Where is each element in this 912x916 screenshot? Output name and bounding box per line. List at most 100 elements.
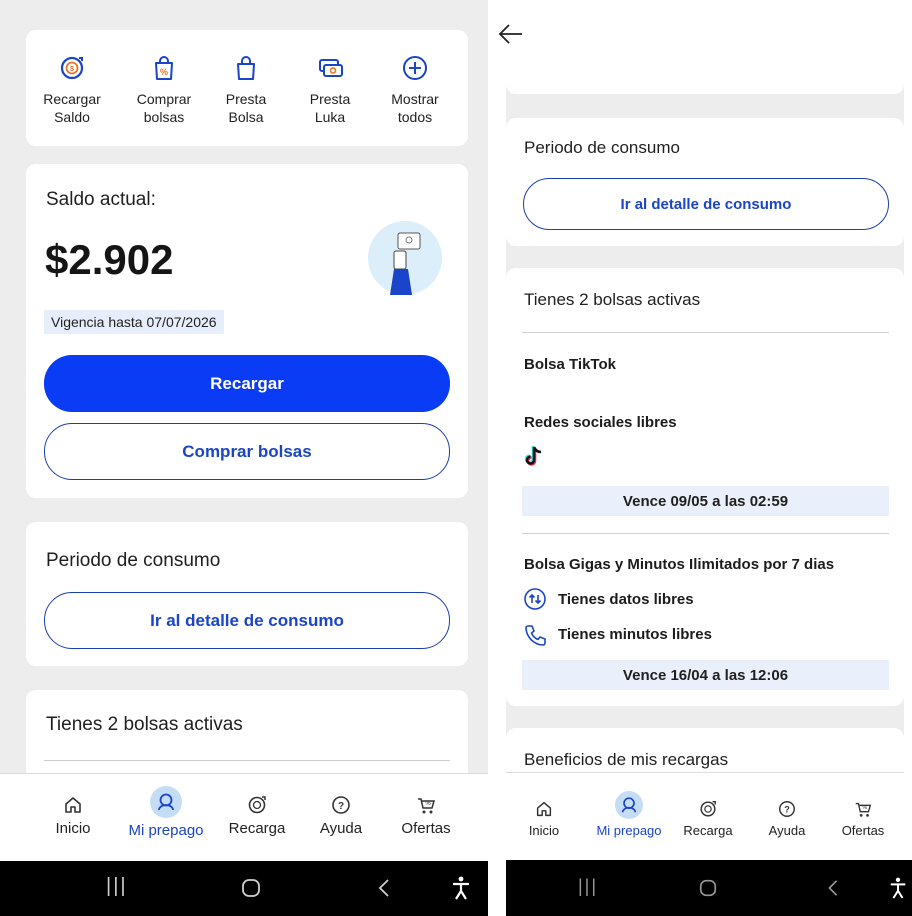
bag-name: Bolsa Gigas y Minutos Ilimitados por 7 d… <box>524 556 835 573</box>
bottom-navigation: Inicio Mi prepago Recarga ? Ayuda % Ofer… <box>0 773 488 861</box>
nav-label: Ayuda <box>319 820 363 837</box>
offers-icon: % <box>855 802 872 817</box>
nav-label: Inicio <box>528 823 560 838</box>
previous-card <box>506 64 904 94</box>
nav-label: Ofertas <box>401 820 451 837</box>
help-icon: ? <box>332 796 350 814</box>
quick-action-buy-bags[interactable]: % Comprar bolsas <box>128 54 200 126</box>
bags-card: Tienes 2 bolsas activas Bolsa TikTok Red… <box>506 268 904 706</box>
recharge-icon: $ <box>60 56 84 80</box>
active-indicator <box>150 786 182 818</box>
phone-hand-icon <box>390 232 421 295</box>
nav-item-recarga[interactable]: Recarga <box>678 799 738 838</box>
consumption-detail-button[interactable]: Ir al detalle de consumo <box>44 592 450 649</box>
benefits-heading: Beneficios de mis recargas <box>524 750 729 769</box>
offers-icon: % <box>418 798 435 814</box>
bottom-navigation: Inicio Mi prepago Recarga ? Ayuda % Ofer… <box>506 772 904 860</box>
nav-label: Recarga <box>683 823 733 838</box>
back-button-icon[interactable] <box>374 877 394 899</box>
nav-label: Ayuda <box>768 823 806 838</box>
consumption-card: Periodo de consumo Ir al detalle de cons… <box>506 118 904 246</box>
recharge-icon <box>700 801 716 817</box>
nav-item-recarga[interactable]: Recarga <box>224 794 290 837</box>
recent-apps-icon[interactable]: ||| <box>578 876 598 897</box>
bag-percent-icon: % <box>155 56 173 80</box>
svg-text:%: % <box>425 801 431 807</box>
recharge-icon <box>248 796 266 814</box>
data-transfer-icon <box>524 588 546 610</box>
nav-item-ofertas[interactable]: % Ofertas <box>834 799 892 838</box>
money-icon <box>319 59 343 77</box>
bags-divider <box>522 332 889 333</box>
quick-action-label: Mostrar todos <box>391 91 439 125</box>
consumption-heading: Periodo de consumo <box>524 138 680 157</box>
svg-text:%: % <box>160 67 168 77</box>
bag-expiry: Vence 09/05 a las 02:59 <box>522 486 889 516</box>
nav-label: Ofertas <box>841 823 885 838</box>
quick-action-label: Recargar Saldo <box>43 91 101 125</box>
nav-label: Mi prepago <box>128 822 204 839</box>
quick-action-label: Comprar bolsas <box>136 91 192 125</box>
home-button-icon[interactable] <box>240 877 262 899</box>
nav-item-mi-prepago[interactable]: Mi prepago <box>124 786 208 839</box>
phone-icon <box>525 625 546 646</box>
back-button-icon[interactable] <box>824 878 842 898</box>
consumption-detail-button[interactable]: Ir al detalle de consumo <box>523 178 889 230</box>
nav-item-ayuda[interactable]: ? Ayuda <box>314 794 368 837</box>
back-arrow-icon[interactable] <box>496 20 526 48</box>
help-icon: ? <box>779 801 795 817</box>
plus-circle-icon <box>403 56 427 80</box>
balance-illustration <box>368 221 442 295</box>
benefits-card: Beneficios de mis recargas <box>506 728 904 772</box>
svg-text:?: ? <box>338 801 344 812</box>
profile-icon <box>158 793 174 811</box>
quick-action-recharge[interactable]: $ Recargar Saldo <box>36 54 108 126</box>
accessibility-icon[interactable] <box>450 875 472 901</box>
system-navigation-bar: ||| <box>0 861 488 916</box>
quick-action-label: Presta Luka <box>309 91 351 125</box>
nav-item-ayuda[interactable]: ? Ayuda <box>762 799 812 838</box>
svg-text:$: $ <box>70 66 74 73</box>
nav-item-ofertas[interactable]: % Ofertas <box>394 794 458 837</box>
bag-separator <box>522 533 889 534</box>
active-indicator <box>615 791 643 819</box>
svg-text:%: % <box>862 805 867 811</box>
system-navigation-bar: ||| <box>506 860 912 916</box>
bags-divider <box>44 760 450 761</box>
consumption-heading: Periodo de consumo <box>46 550 221 571</box>
bag-subtitle: Redes sociales libres <box>524 414 677 431</box>
home-button-icon[interactable] <box>698 878 718 898</box>
right-screen: Periodo de consumo Ir al detalle de cons… <box>488 0 912 916</box>
consumption-card: Periodo de consumo Ir al detalle de cons… <box>26 522 468 666</box>
bag-icon <box>237 56 255 80</box>
nav-item-inicio[interactable]: Inicio <box>48 794 98 837</box>
quick-actions-card: $ Recargar Saldo % Comprar bolsas Presta… <box>26 30 468 146</box>
recharge-button[interactable]: Recargar <box>44 355 450 412</box>
nav-item-mi-prepago[interactable]: Mi prepago <box>590 791 668 838</box>
bag-data-label: Tienes datos libres <box>558 591 694 608</box>
quick-action-show-all[interactable]: Mostrar todos <box>379 54 451 126</box>
nav-label: Inicio <box>55 820 91 837</box>
bag-name: Bolsa TikTok <box>524 356 616 373</box>
svg-text:?: ? <box>784 805 790 815</box>
recent-apps-icon[interactable]: ||| <box>106 875 128 898</box>
buy-bags-button[interactable]: Comprar bolsas <box>44 423 450 480</box>
accessibility-icon[interactable] <box>888 876 908 900</box>
quick-action-presta-bolsa[interactable]: Presta Bolsa <box>210 54 282 126</box>
nav-label: Recarga <box>228 820 286 837</box>
balance-amount: $2.902 <box>45 236 174 283</box>
balance-card: Saldo actual: $2.902 Vigencia hasta 07/0… <box>26 164 468 498</box>
right-scroll-area[interactable]: Periodo de consumo Ir al detalle de cons… <box>506 64 904 772</box>
nav-item-inicio[interactable]: Inicio <box>522 799 566 838</box>
nav-label: Mi prepago <box>596 823 662 838</box>
bags-heading: Tienes 2 bolsas activas <box>46 714 243 735</box>
quick-action-presta-luka[interactable]: Presta Luka <box>294 54 366 126</box>
bags-heading: Tienes 2 bolsas activas <box>524 290 701 309</box>
home-icon <box>65 797 81 813</box>
bag-expiry: Vence 16/04 a las 12:06 <box>522 660 889 690</box>
balance-heading: Saldo actual: <box>46 189 156 210</box>
home-icon <box>536 801 552 817</box>
bag-minutes-label: Tienes minutos libres <box>558 626 712 643</box>
profile-icon <box>621 797 637 813</box>
quick-action-label: Presta Bolsa <box>225 91 267 125</box>
